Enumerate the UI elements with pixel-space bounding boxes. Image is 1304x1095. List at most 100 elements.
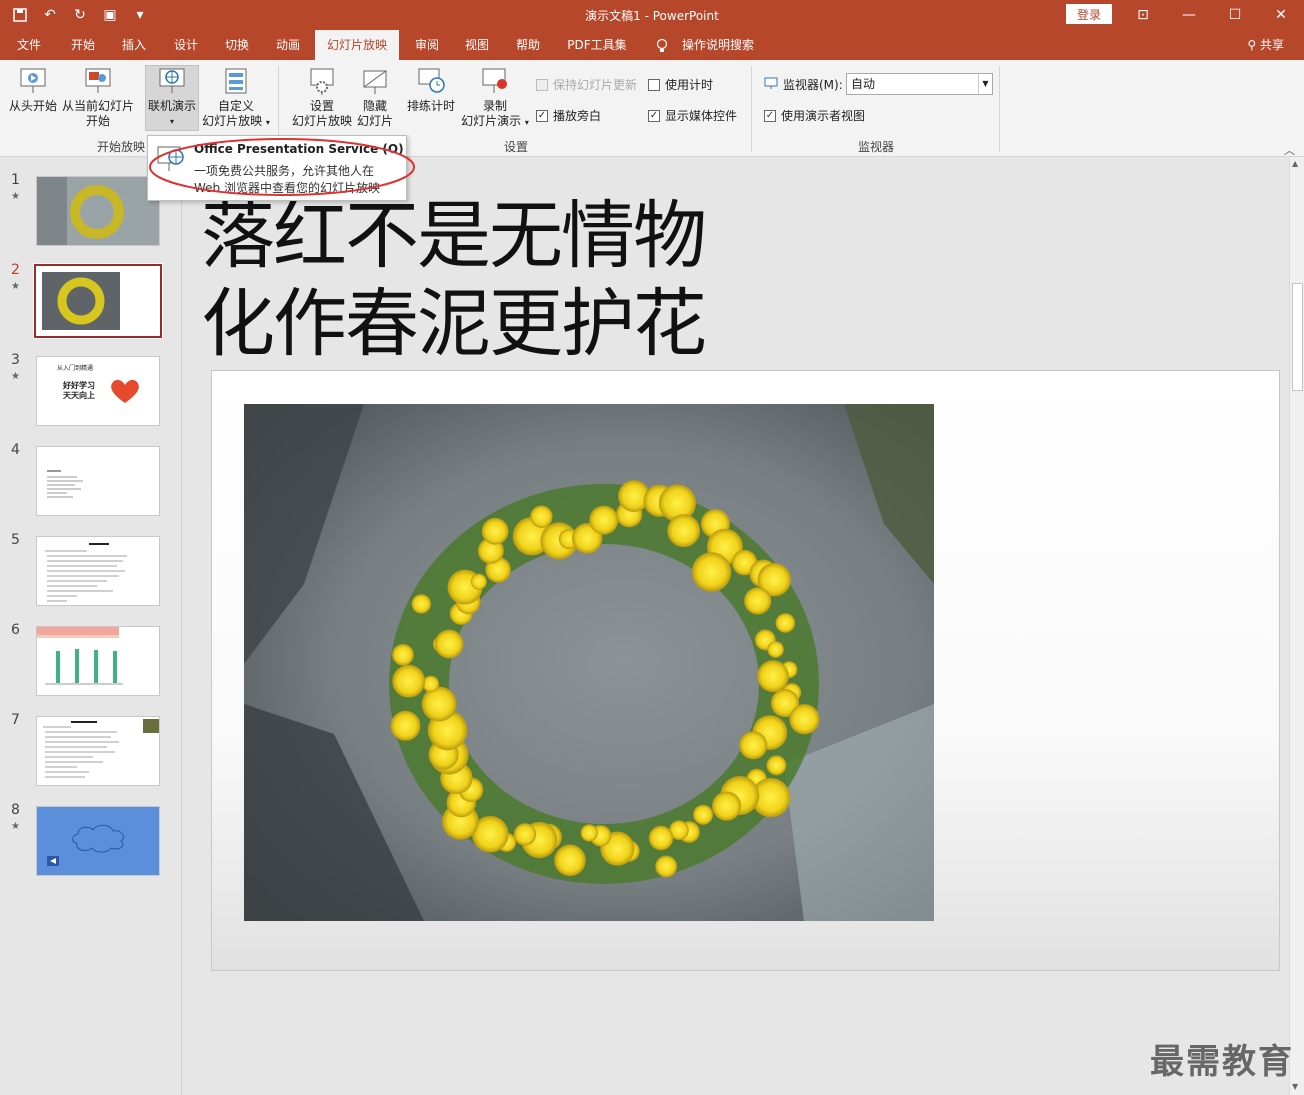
slide-thumbnail-1[interactable] bbox=[36, 176, 160, 246]
vertical-scrollbar[interactable]: ▲ ▼ bbox=[1289, 157, 1304, 1095]
minimize-icon[interactable]: — bbox=[1166, 0, 1212, 30]
record-label-2: 幻灯片演示 ▾ bbox=[461, 114, 529, 128]
flower-blossom bbox=[767, 641, 784, 658]
play-narrations-checkbox[interactable]: ✓ 播放旁白 bbox=[536, 107, 601, 124]
tab-animations[interactable]: 动画 bbox=[267, 30, 309, 60]
tab-transitions[interactable]: 切换 bbox=[216, 30, 258, 60]
slide-thumbnail-3[interactable]: 从入门到精通 好好学习 天天向上 bbox=[36, 356, 160, 426]
office-presentation-service-icon bbox=[156, 144, 186, 177]
flower-blossom bbox=[789, 704, 820, 735]
slide-thumbnail-4[interactable] bbox=[36, 446, 160, 516]
online-present-label: 联机演示 bbox=[147, 99, 196, 113]
watermark: 最需教育 bbox=[1150, 1042, 1294, 1082]
undo-icon[interactable]: ↶ bbox=[38, 4, 62, 26]
animation-star-icon: ★ bbox=[11, 281, 20, 292]
slide-thumbnail-6[interactable] bbox=[36, 626, 160, 696]
slide-title[interactable]: 落红不是无情物 化作春泥更护花 bbox=[201, 192, 707, 368]
slide-thumbnail-7[interactable] bbox=[36, 716, 160, 786]
custom-slide-show-button[interactable]: 自定义 幻灯片放映 ▾ bbox=[200, 66, 272, 130]
rehearse-timings-icon bbox=[415, 66, 447, 96]
flower-blossom bbox=[589, 505, 619, 535]
share-label: 共享 bbox=[1259, 38, 1284, 52]
record-slide-show-button[interactable]: 录制 幻灯片演示 ▾ bbox=[458, 66, 532, 130]
from-current-slide-icon bbox=[82, 66, 114, 96]
chevron-down-icon: ▾ bbox=[169, 117, 174, 126]
tab-review[interactable]: 审阅 bbox=[406, 30, 448, 60]
tab-home[interactable]: 开始 bbox=[62, 30, 104, 60]
login-button[interactable]: 登录 bbox=[1066, 4, 1112, 24]
flower-blossom bbox=[744, 587, 772, 615]
ribbon-display-options-icon[interactable]: ⊡ bbox=[1120, 0, 1166, 30]
tooltip-description: 一项免费公共服务，允许其他人在 Web 浏览器中查看您的幻灯片放映 bbox=[194, 163, 380, 197]
thumb-number: 5 bbox=[11, 532, 20, 548]
flower-blossom bbox=[421, 686, 457, 722]
tab-design[interactable]: 设计 bbox=[165, 30, 207, 60]
slide-title-line-1: 落红不是无情物 bbox=[201, 193, 707, 279]
animation-star-icon: ★ bbox=[11, 191, 20, 202]
hide-slide-icon bbox=[359, 66, 391, 96]
flower-blossom bbox=[481, 517, 509, 545]
share-button[interactable]: ⚲ 共享 bbox=[1247, 30, 1284, 60]
monitor-label: 监视器(M): bbox=[764, 76, 843, 93]
tooltip-desc-line-2: Web 浏览器中查看您的幻灯片放映 bbox=[194, 181, 380, 195]
ribbon-tabs: 文件 开始 插入 设计 切换 动画 幻灯片放映 审阅 视图 帮助 PDF工具集 … bbox=[0, 30, 1304, 60]
flower-blossom bbox=[766, 755, 787, 776]
flower-blossom bbox=[775, 613, 796, 633]
tab-file[interactable]: 文件 bbox=[8, 30, 50, 60]
flower-blossom bbox=[392, 664, 426, 698]
cloud-shape-thumb bbox=[47, 824, 124, 866]
from-beginning-icon bbox=[17, 66, 49, 96]
hide-slide-button[interactable]: 隐藏 幻灯片 bbox=[355, 66, 395, 129]
tab-view[interactable]: 视图 bbox=[456, 30, 498, 60]
flower-blossom bbox=[667, 514, 701, 548]
checkbox-box bbox=[536, 78, 548, 91]
custom-slide-show-icon bbox=[220, 66, 252, 96]
monitor-select[interactable]: 自动 ▼ bbox=[846, 73, 993, 95]
keep-slides-updated-checkbox[interactable]: 保持幻灯片更新 bbox=[536, 76, 637, 93]
tab-insert[interactable]: 插入 bbox=[113, 30, 155, 60]
use-timings-checkbox[interactable]: 使用计时 bbox=[648, 76, 713, 93]
hide-label-2: 幻灯片 bbox=[356, 114, 393, 128]
collapse-ribbon-icon[interactable]: ︿ bbox=[1284, 142, 1295, 158]
tab-slide-show[interactable]: 幻灯片放映 bbox=[315, 30, 399, 60]
maximize-icon[interactable]: ☐ bbox=[1212, 0, 1258, 30]
scrollbar-thumb[interactable] bbox=[1292, 283, 1303, 391]
online-present-button[interactable]: 联机演示 ▾ bbox=[145, 65, 199, 131]
slide-thumbnail-2[interactable] bbox=[33, 263, 163, 339]
flower-blossom bbox=[470, 573, 487, 590]
from-beginning-button[interactable]: 从头开始 bbox=[6, 66, 60, 114]
scroll-down-icon[interactable]: ▼ bbox=[1292, 1082, 1298, 1091]
flower-blossom bbox=[411, 594, 431, 614]
flower-wreath-photo[interactable] bbox=[244, 404, 934, 921]
setup-slide-show-button[interactable]: 设置 幻灯片放映 bbox=[289, 66, 355, 129]
tell-me-search[interactable]: 操作说明搜索 bbox=[676, 30, 760, 60]
thumb-number: 8 bbox=[11, 802, 20, 818]
use-presenter-view-checkbox[interactable]: ✓ 使用演示者视图 bbox=[764, 107, 865, 124]
presenter-view-label: 使用演示者视图 bbox=[781, 109, 866, 123]
thumb-number: 1 bbox=[11, 172, 20, 188]
slide-thumbnail-5[interactable] bbox=[36, 536, 160, 606]
rehearse-timings-button[interactable]: 排练计时 bbox=[404, 66, 458, 114]
customize-qat-icon[interactable]: ▾ bbox=[128, 4, 152, 26]
user-icon: ⚲ bbox=[1247, 38, 1260, 52]
tab-pdf-tools[interactable]: PDF工具集 bbox=[560, 30, 634, 60]
start-from-beginning-icon[interactable]: ▣ bbox=[98, 4, 122, 26]
lightbulb-icon[interactable] bbox=[652, 30, 672, 60]
from-current-label-2: 开始 bbox=[85, 114, 110, 128]
flower-blossom bbox=[513, 823, 537, 846]
close-icon[interactable]: ✕ bbox=[1258, 0, 1304, 30]
bar-chart-thumb bbox=[37, 627, 123, 685]
redo-icon[interactable]: ↻ bbox=[68, 4, 92, 26]
from-current-slide-button[interactable]: 从当前幻灯片 开始 bbox=[62, 66, 134, 129]
show-media-controls-checkbox[interactable]: ✓ 显示媒体控件 bbox=[648, 107, 737, 124]
thumb-text: 从入门到精通 bbox=[57, 365, 94, 372]
scroll-up-icon[interactable]: ▲ bbox=[1292, 159, 1298, 168]
save-icon[interactable] bbox=[8, 4, 32, 26]
play-narration-label: 播放旁白 bbox=[553, 109, 602, 123]
slide-thumbnail-8[interactable] bbox=[36, 806, 160, 876]
setup-label-2: 幻灯片放映 bbox=[291, 114, 352, 128]
keep-updated-label: 保持幻灯片更新 bbox=[553, 78, 638, 92]
flower-blossom bbox=[712, 791, 742, 821]
thumb-number: 3 bbox=[11, 352, 20, 368]
tab-help[interactable]: 帮助 bbox=[507, 30, 549, 60]
